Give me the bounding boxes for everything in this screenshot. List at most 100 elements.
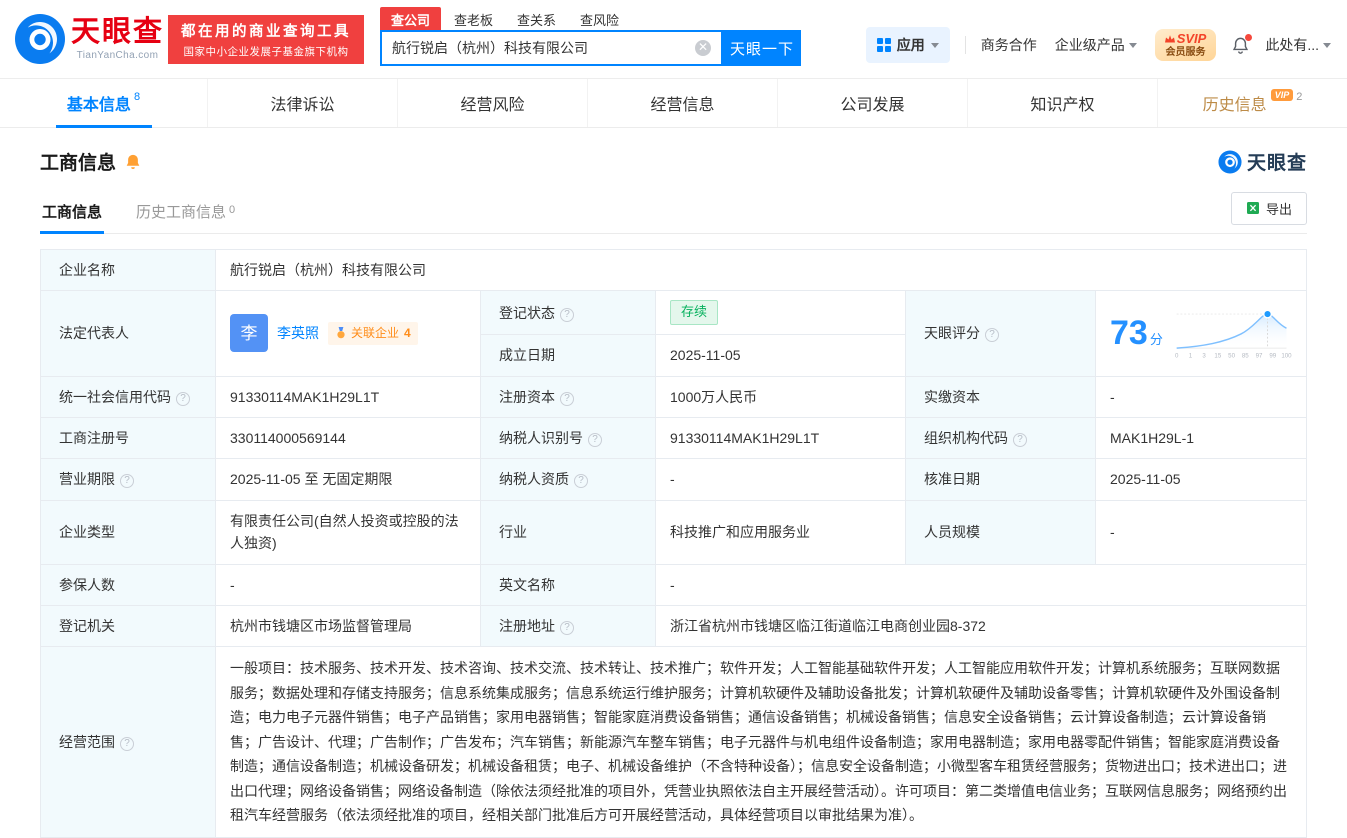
- tab-legal-proceedings[interactable]: 法律诉讼: [207, 79, 397, 127]
- promo-banner: 都在用的商业查询工具 国家中小企业发展子基金旗下机构: [168, 15, 364, 64]
- field-tax-id-value: 91330114MAK1H29L1T: [655, 416, 906, 460]
- svg-text:0: 0: [1175, 353, 1179, 360]
- search-tab-risk[interactable]: 查风险: [569, 7, 630, 30]
- tab-company-development[interactable]: 公司发展: [777, 79, 967, 127]
- field-reg-status-value: 存续: [655, 290, 906, 336]
- field-company-name-label: 企业名称: [40, 248, 216, 292]
- svip-label: SVIP: [1176, 30, 1207, 46]
- search-submit-button[interactable]: 天眼一下: [723, 30, 801, 66]
- tab-label: 法律诉讼: [270, 97, 335, 114]
- search-tab-boss[interactable]: 查老板: [443, 7, 504, 30]
- page-title: 工商信息: [40, 153, 117, 174]
- field-english-name-value: -: [655, 563, 1307, 606]
- field-paid-capital-value: -: [1095, 375, 1307, 418]
- apps-menu-button[interactable]: 应用: [865, 27, 950, 63]
- tab-label: 知识产权: [1030, 97, 1095, 114]
- brand-name: 天眼查: [71, 15, 165, 48]
- tab-label: 历史信息: [1202, 97, 1267, 114]
- chevron-down-icon: [1128, 42, 1137, 48]
- help-icon[interactable]: ?: [560, 307, 574, 322]
- help-icon[interactable]: ?: [560, 391, 574, 406]
- field-company-type-label: 企业类型: [40, 499, 216, 565]
- svg-text:1: 1: [1189, 353, 1193, 360]
- field-scope-label: 经营范围?: [40, 646, 216, 838]
- subtab-label: 工商信息: [42, 204, 103, 221]
- field-reg-capital-value: 1000万人民币: [655, 375, 906, 418]
- help-icon[interactable]: ?: [560, 620, 574, 635]
- related-companies-label: 关联企业: [351, 325, 400, 340]
- field-scope-value: 一般项目：技术服务、技术开发、技术咨询、技术交流、技术转让、技术推广；软件开发；…: [215, 646, 1307, 838]
- tab-intellectual-property[interactable]: 知识产权: [967, 79, 1157, 127]
- svg-text:50: 50: [1228, 353, 1235, 360]
- related-companies-count: 4: [404, 325, 411, 340]
- company-section-tabs: 基本信息 8 法律诉讼 经营风险 经营信息 公司发展 知识产权 历史信息 VIP…: [0, 79, 1347, 128]
- notification-bell-icon[interactable]: [1231, 33, 1253, 55]
- field-insured-value: -: [215, 563, 481, 606]
- tab-history-info[interactable]: 历史信息 VIP 2: [1157, 79, 1347, 127]
- tianyancha-logo-icon: [1218, 149, 1242, 174]
- tab-business-info[interactable]: 经营信息: [587, 79, 777, 127]
- chevron-down-icon: [1323, 42, 1331, 48]
- field-establish-date-value: 2025-11-05: [655, 334, 906, 377]
- help-icon[interactable]: ?: [120, 474, 134, 489]
- field-approve-date-value: 2025-11-05: [1095, 458, 1307, 501]
- subtab-history-registration[interactable]: 历史工商信息 0: [134, 189, 237, 233]
- business-info-table: 企业名称 航行锐启（杭州）科技有限公司 法定代表人 李 李英照 关联企业 4 登…: [40, 248, 1307, 838]
- table-row: 营业期限? 2025-11-05 至 无固定期限 纳税人资质? - 核准日期 2…: [40, 458, 1307, 501]
- related-companies-badge[interactable]: 关联企业 4: [328, 321, 418, 346]
- svg-text:99: 99: [1269, 353, 1276, 360]
- tab-label: 基本信息: [66, 97, 131, 114]
- subtab-count: 0: [229, 204, 236, 216]
- tab-basic-info[interactable]: 基本信息 8: [0, 79, 207, 127]
- table-row: 企业名称 航行锐启（杭州）科技有限公司: [40, 248, 1307, 292]
- search-tab-company[interactable]: 查公司: [380, 7, 442, 30]
- help-icon[interactable]: ?: [985, 328, 999, 343]
- legal-rep-name-link[interactable]: 李英照: [277, 322, 319, 344]
- field-insured-label: 参保人数: [40, 563, 216, 606]
- help-icon[interactable]: ?: [574, 474, 588, 489]
- main-content: 工商信息 天眼查 工商信息 历史工商信息 0 导出 企业名称 航行锐启（杭州）科…: [0, 128, 1347, 838]
- tab-label: 经营信息: [650, 97, 715, 114]
- field-industry-value: 科技推广和应用服务业: [655, 499, 906, 565]
- divider: [964, 36, 966, 54]
- field-establish-date-label: 成立日期: [480, 334, 656, 377]
- subscribe-bell-icon[interactable]: [124, 153, 142, 171]
- subtab-business-registration[interactable]: 工商信息: [40, 189, 105, 234]
- field-org-code-value: MAK1H29L-1: [1095, 416, 1307, 460]
- search-tab-relation[interactable]: 查关系: [506, 7, 567, 30]
- table-row: 经营范围? 一般项目：技术服务、技术开发、技术咨询、技术交流、技术转让、技术推广…: [40, 646, 1307, 838]
- clear-search-icon[interactable]: ✕: [695, 40, 711, 56]
- help-icon[interactable]: ?: [588, 432, 602, 447]
- tab-business-risk[interactable]: 经营风险: [397, 79, 587, 127]
- legal-rep-avatar[interactable]: 李: [230, 314, 268, 353]
- export-label: 导出: [1265, 201, 1292, 217]
- svip-membership-badge[interactable]: SVIP 会员服务: [1154, 28, 1217, 62]
- field-reg-no-value: 330114000569144: [215, 416, 481, 460]
- score-link[interactable]: 73 分 0 1 3 15 50 85 97 99 100: [1110, 303, 1292, 363]
- field-authority-value: 杭州市钱塘区市场监督管理局: [215, 604, 481, 648]
- tab-label: 经营风险: [460, 97, 525, 114]
- enterprise-products-link[interactable]: 企业级产品: [1055, 35, 1137, 55]
- field-english-name-label: 英文名称: [480, 563, 656, 606]
- subtab-label: 历史工商信息: [136, 204, 227, 221]
- top-bar: 天眼查 TianYanCha.com 都在用的商业查询工具 国家中小企业发展子基…: [0, 0, 1347, 79]
- apps-label: 应用: [896, 37, 925, 53]
- score-number: 73: [1110, 314, 1148, 353]
- help-icon[interactable]: ?: [120, 736, 134, 751]
- field-staff-size-value: -: [1095, 499, 1307, 565]
- help-icon[interactable]: ?: [176, 391, 190, 406]
- more-menu[interactable]: 此处有...: [1265, 35, 1331, 55]
- chevron-down-icon: [930, 42, 939, 48]
- tab-label: 公司发展: [840, 97, 905, 114]
- help-icon[interactable]: ?: [1013, 432, 1027, 447]
- tianyancha-logo[interactable]: 天眼查 TianYanCha.com: [14, 13, 164, 65]
- tab-count: 2: [1296, 91, 1303, 103]
- svg-text:15: 15: [1214, 353, 1221, 360]
- business-cooperation-link[interactable]: 商务合作: [981, 35, 1037, 55]
- table-row: 参保人数 - 英文名称 -: [40, 563, 1307, 606]
- company-search-input[interactable]: [392, 40, 695, 56]
- excel-icon: [1246, 202, 1259, 214]
- export-button[interactable]: 导出: [1230, 191, 1307, 225]
- tianyancha-watermark-logo: 天眼查: [1218, 148, 1307, 175]
- field-company-type-value: 有限责任公司(自然人投资或控股的法人独资): [215, 499, 481, 565]
